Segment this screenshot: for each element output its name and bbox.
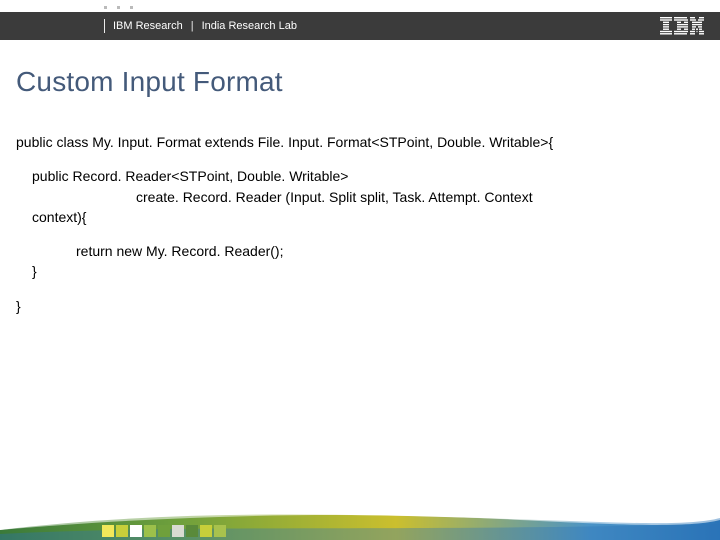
pip — [104, 6, 107, 9]
spacer — [16, 227, 704, 241]
header-bar: IBM Research | India Research Lab — [0, 12, 720, 40]
mosaic-square — [102, 525, 114, 537]
mosaic-square — [214, 525, 226, 537]
pip — [117, 6, 120, 9]
pip — [130, 6, 133, 9]
mosaic-square — [172, 525, 184, 537]
header-left: IBM Research | India Research Lab — [0, 19, 297, 33]
header-lab: India Research Lab — [202, 20, 297, 32]
mosaic-square — [200, 525, 212, 537]
ibm-logo-icon — [660, 17, 704, 35]
code-line: return new My. Record. Reader(); — [16, 241, 704, 261]
code-line: public Record. Reader<STPoint, Double. W… — [16, 166, 704, 186]
slide: IBM Research | India Research Lab — [0, 0, 720, 540]
mosaic-square — [130, 525, 142, 537]
footer-mosaic — [102, 525, 226, 537]
mosaic-square — [116, 525, 128, 537]
code-line: } — [16, 261, 704, 281]
mosaic-square — [144, 525, 156, 537]
header-org: IBM Research — [113, 20, 183, 32]
mosaic-square — [158, 525, 170, 537]
mosaic-square — [186, 525, 198, 537]
footer-band — [0, 502, 720, 540]
code-line: public class My. Input. Format extends F… — [16, 132, 704, 152]
code-block: public class My. Input. Format extends F… — [16, 132, 704, 316]
code-line: } — [16, 296, 704, 316]
slide-title: Custom Input Format — [16, 66, 283, 98]
header-vertical-separator — [104, 19, 105, 33]
spacer — [16, 152, 704, 166]
spacer — [16, 282, 704, 296]
header-separator: | — [191, 20, 194, 32]
decorative-pips — [104, 6, 133, 9]
code-line: context){ — [16, 207, 704, 227]
code-line: create. Record. Reader (Input. Split spl… — [16, 187, 704, 207]
